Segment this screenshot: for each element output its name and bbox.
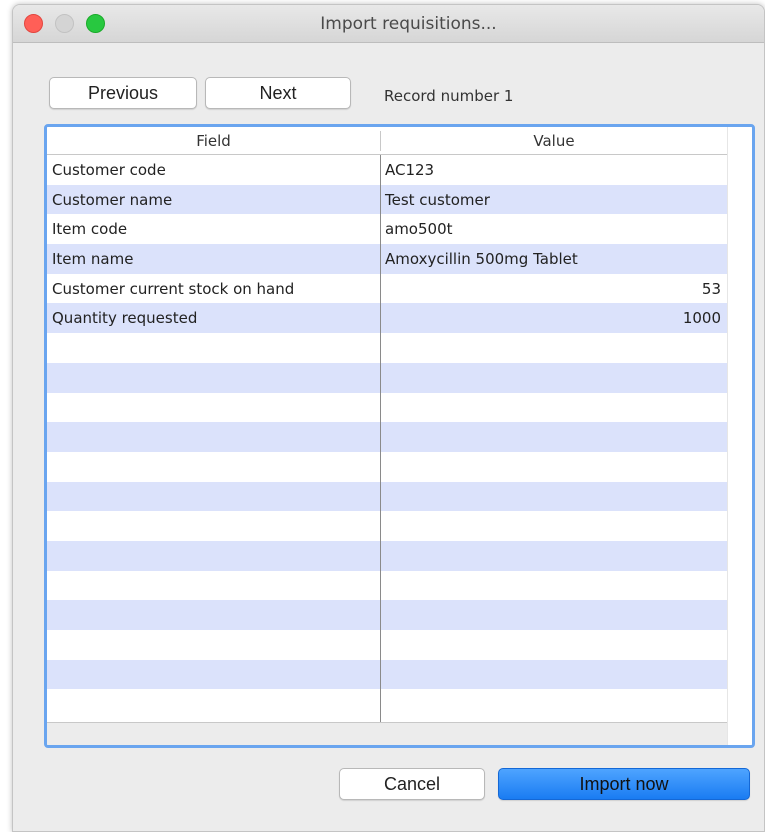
field-cell: Item name <box>52 250 134 269</box>
field-cell: Customer code <box>52 161 166 179</box>
table-row[interactable] <box>47 659 727 690</box>
window-title: Import requisitions... <box>320 14 497 34</box>
table-header: Field Value <box>47 127 727 155</box>
import-requisitions-window: Import requisitions... Previous Next Rec… <box>12 4 765 832</box>
value-cell[interactable]: amo500t <box>385 220 721 238</box>
value-cell[interactable]: Amoxycillin 500mg Tablet <box>385 250 721 268</box>
value-cell[interactable]: 53 <box>385 280 721 298</box>
table-row[interactable] <box>47 630 727 660</box>
next-button[interactable]: Next <box>205 77 351 109</box>
previous-button[interactable]: Previous <box>49 77 197 109</box>
field-cell: Customer name <box>52 190 173 209</box>
table-row[interactable]: Quantity requested 1000 <box>47 303 727 334</box>
value-cell[interactable]: Test customer <box>385 191 721 209</box>
table-row[interactable] <box>47 393 727 423</box>
table-row[interactable]: Item name Amoxycillin 500mg Tablet <box>47 244 727 274</box>
table-row[interactable] <box>47 540 727 571</box>
horizontal-scrollbar[interactable] <box>47 722 727 745</box>
column-header-field[interactable]: Field <box>47 132 380 150</box>
field-value-table[interactable]: Field Value Customer code AC123 Customer n… <box>44 124 755 748</box>
vertical-scrollbar[interactable] <box>727 127 752 745</box>
table-row[interactable] <box>47 571 727 601</box>
title-bar[interactable]: Import requisitions... <box>13 5 764 43</box>
table-row[interactable] <box>47 511 727 541</box>
table-row[interactable] <box>47 689 727 719</box>
table-body: Customer code AC123 Customer name Test cust… <box>47 155 727 719</box>
table-row[interactable]: Item code amo500t <box>47 214 727 244</box>
import-now-button[interactable]: Import now <box>498 768 750 800</box>
record-number-label: Record number 1 <box>384 87 514 105</box>
table-row[interactable] <box>47 481 727 512</box>
table-row[interactable] <box>47 362 727 393</box>
table-row[interactable] <box>47 333 727 363</box>
table-row[interactable]: Customer current stock on hand 53 <box>47 274 727 304</box>
field-cell: Customer current stock on hand <box>52 279 295 298</box>
table-row[interactable] <box>47 452 727 482</box>
table-row[interactable] <box>47 422 727 452</box>
column-header-value[interactable]: Value <box>381 132 727 150</box>
value-cell[interactable]: 1000 <box>385 309 721 327</box>
field-cell: Quantity requested <box>52 309 198 328</box>
field-cell: Item code <box>52 220 128 239</box>
table-row[interactable] <box>47 600 727 630</box>
table-row[interactable]: Customer name Test customer <box>47 184 727 215</box>
column-divider <box>380 155 381 722</box>
cancel-button[interactable]: Cancel <box>339 768 485 800</box>
table-row[interactable]: Customer code AC123 <box>47 155 727 185</box>
value-cell[interactable]: AC123 <box>385 161 721 179</box>
